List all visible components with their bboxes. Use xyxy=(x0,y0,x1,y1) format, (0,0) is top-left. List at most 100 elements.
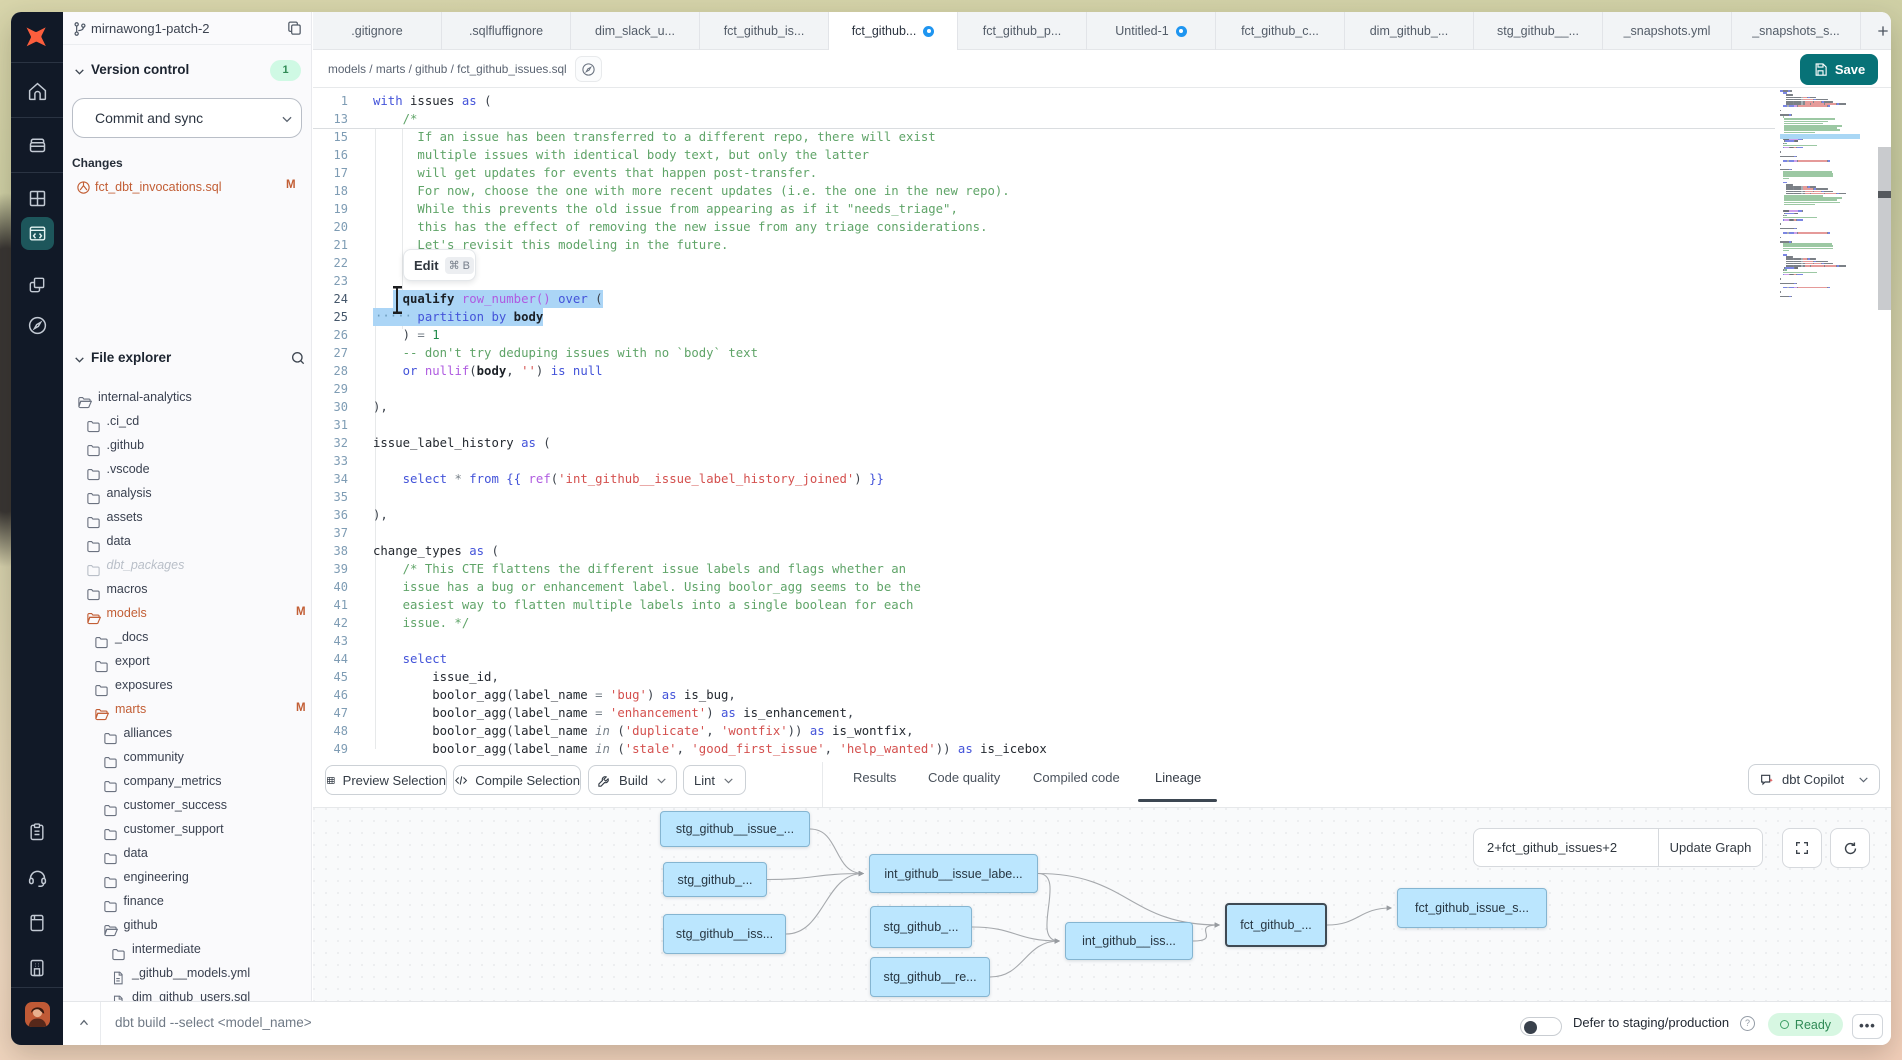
tree-item-label: alliances xyxy=(124,726,173,740)
tab-_snapshots.yml[interactable]: _snapshots.yml xyxy=(1603,12,1732,50)
vc-chevron-icon[interactable] xyxy=(73,65,86,78)
tree-item-customer_success[interactable]: customer_success xyxy=(63,794,312,818)
commit-and-sync-button[interactable]: Commit and sync xyxy=(72,98,302,138)
tree-item-assets[interactable]: assets xyxy=(63,506,312,530)
tree-item-community[interactable]: community xyxy=(63,746,312,770)
tab-_snapshots_s...[interactable]: _snapshots_s... xyxy=(1732,12,1861,50)
tree-item-internal-analytics[interactable]: internal-analytics xyxy=(63,386,312,410)
tab-fct_github_c...[interactable]: fct_github_c... xyxy=(1216,12,1345,50)
docs-icon[interactable] xyxy=(11,913,63,933)
editor-scrollbar-thumb[interactable] xyxy=(1878,147,1891,310)
more-options-button[interactable]: ••• xyxy=(1852,1014,1883,1039)
avatar[interactable] xyxy=(11,1002,63,1027)
defer-toggle[interactable] xyxy=(1520,1017,1562,1036)
tab-Untitled-1[interactable]: Untitled-1 xyxy=(1087,12,1216,50)
tree-item-analysis[interactable]: analysis xyxy=(63,482,312,506)
tree-item-data[interactable]: data xyxy=(63,530,312,554)
explore-icon[interactable] xyxy=(11,315,63,336)
tab-dim_github_...[interactable]: dim_github_... xyxy=(1345,12,1474,50)
lineage-node-7[interactable]: fct_github_... xyxy=(1225,903,1327,947)
tree-item-models[interactable]: modelsM xyxy=(63,602,312,626)
tree-item-engineering[interactable]: engineering xyxy=(63,866,312,890)
save-button[interactable]: Save xyxy=(1800,54,1878,85)
changelog-icon[interactable] xyxy=(11,958,63,978)
lineage-node-2[interactable]: stg_github__iss... xyxy=(663,914,786,954)
tree-item-github[interactable]: github xyxy=(63,914,312,938)
tree-item-marts[interactable]: martsM xyxy=(63,698,312,722)
new-tab-button[interactable] xyxy=(1861,12,1891,49)
panel-tab-lineage[interactable]: Lineage xyxy=(1155,770,1201,785)
tab-dim_slack_u...[interactable]: dim_slack_u... xyxy=(571,12,700,50)
lineage-node-8[interactable]: fct_github_issue_s... xyxy=(1397,888,1547,928)
tab-fct_github...[interactable]: fct_github... xyxy=(829,12,958,50)
tab-stg_github__...[interactable]: stg_github__... xyxy=(1474,12,1603,50)
notes-icon[interactable] xyxy=(11,822,63,842)
tab-fct_github_is...[interactable]: fct_github_is... xyxy=(700,12,829,50)
defer-help-icon[interactable]: ? xyxy=(1740,1016,1755,1031)
open-docs-icon-button[interactable] xyxy=(575,56,602,82)
lineage-node-1[interactable]: stg_github_... xyxy=(663,862,767,897)
tree-item-data[interactable]: data xyxy=(63,842,312,866)
tree-item-exposures[interactable]: exposures xyxy=(63,674,312,698)
expand-command-icon[interactable] xyxy=(77,1016,91,1030)
tab-.gitignore[interactable]: .gitignore xyxy=(313,12,442,50)
tree-item-_github__models.yml[interactable]: _github__models.yml xyxy=(63,962,312,986)
tab-.sqlfluffignore[interactable]: .sqlfluffignore xyxy=(442,12,571,50)
lineage-node-3[interactable]: int_github__issue_labe... xyxy=(869,854,1038,893)
preview-selection-button[interactable]: Preview Selection xyxy=(325,765,447,795)
copy-branch-icon[interactable] xyxy=(286,20,303,37)
environments-icon[interactable] xyxy=(11,134,63,155)
tree-item-dbt_packages[interactable]: dbt_packages xyxy=(63,554,312,578)
dbt-copilot-button[interactable]: dbt Copilot xyxy=(1748,764,1880,795)
tree-item-dim_github_users.sql[interactable]: dim_github_users.sql xyxy=(63,986,312,1001)
minimap[interactable] xyxy=(1780,90,1878,298)
code-editor[interactable]: 1with issues as (13 /*15 If an issue has… xyxy=(313,88,1891,762)
edit-tooltip[interactable]: Edit ⌘ B xyxy=(403,249,476,281)
code-editor-icon[interactable] xyxy=(11,224,63,243)
tab-fct_github_p...[interactable]: fct_github_p... xyxy=(958,12,1087,50)
tree-item-.ci_cd[interactable]: .ci_cd xyxy=(63,410,312,434)
orchestration-icon[interactable] xyxy=(11,275,63,295)
dashboard-icon[interactable] xyxy=(11,188,63,209)
tree-item-.github[interactable]: .github xyxy=(63,434,312,458)
code-line-35: 35 xyxy=(313,488,1773,506)
tree-item-.vscode[interactable]: .vscode xyxy=(63,458,312,482)
tree-item-finance[interactable]: finance xyxy=(63,890,312,914)
lint-button[interactable]: Lint xyxy=(683,765,746,795)
tree-item-intermediate[interactable]: intermediate xyxy=(63,938,312,962)
tree-item-macros[interactable]: macros xyxy=(63,578,312,602)
fullscreen-button[interactable] xyxy=(1782,828,1822,868)
panel-tab-compiled-code[interactable]: Compiled code xyxy=(1033,770,1120,785)
tree-item-alliances[interactable]: alliances xyxy=(63,722,312,746)
home-icon[interactable] xyxy=(11,81,63,102)
git-branch-icon xyxy=(72,21,88,37)
lineage-node-5[interactable]: stg_github__re... xyxy=(870,957,990,997)
file-explorer-header[interactable]: File explorer xyxy=(63,347,312,371)
version-control-title[interactable]: Version control xyxy=(91,62,189,77)
command-input[interactable]: dbt build --select <model_name> xyxy=(115,1015,312,1030)
breadcrumb[interactable]: models / marts / github / fct_github_iss… xyxy=(328,62,567,76)
branch-name[interactable]: mirnawong1-patch-2 xyxy=(91,21,210,36)
lineage-node-6[interactable]: int_github__iss... xyxy=(1065,922,1193,960)
active-panel-tab-underline xyxy=(1138,799,1217,802)
tree-item-company_metrics[interactable]: company_metrics xyxy=(63,770,312,794)
tree-item-export[interactable]: export xyxy=(63,650,312,674)
lineage-selector-input[interactable]: 2+fct_github_issues+2 xyxy=(1474,829,1659,866)
changed-file-item[interactable]: fct_dbt_invocations.sql xyxy=(76,178,303,198)
panel-tab-code-quality[interactable]: Code quality xyxy=(928,770,1000,785)
lineage-node-4[interactable]: stg_github_... xyxy=(870,906,972,948)
build-button[interactable]: Build xyxy=(588,765,677,795)
refresh-button[interactable] xyxy=(1830,828,1870,868)
lineage-node-0[interactable]: stg_github__issue_... xyxy=(660,811,810,847)
tree-item-label: macros xyxy=(107,582,148,596)
tree-item-_docs[interactable]: _docs xyxy=(63,626,312,650)
ready-status-badge[interactable]: Ready xyxy=(1768,1013,1843,1036)
code-line-32: 32issue_label_history as ( xyxy=(313,434,1773,452)
support-icon[interactable] xyxy=(11,867,63,888)
update-graph-button[interactable]: Update Graph xyxy=(1659,829,1762,866)
tree-item-customer_support[interactable]: customer_support xyxy=(63,818,312,842)
dbt-logo-icon[interactable] xyxy=(11,22,63,50)
compile-selection-button[interactable]: Compile Selection xyxy=(453,765,581,795)
search-icon[interactable] xyxy=(290,350,306,366)
panel-tab-results[interactable]: Results xyxy=(853,770,896,785)
